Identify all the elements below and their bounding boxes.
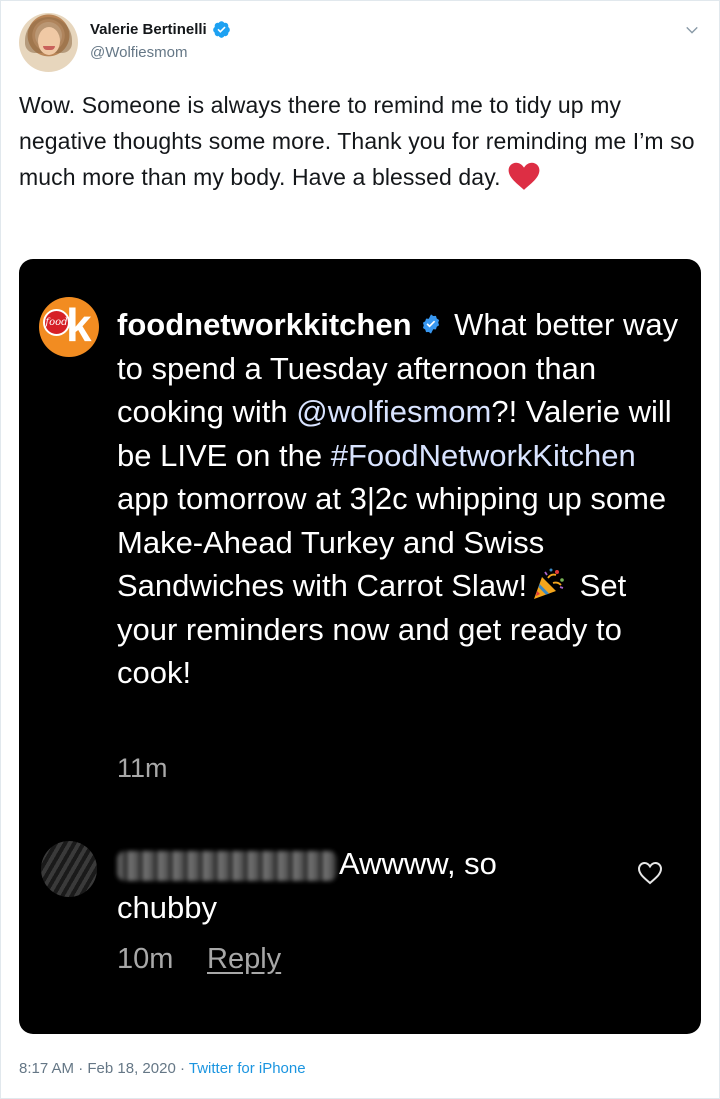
author-name-row: Valerie Bertinelli [90, 18, 231, 40]
meta-separator: · [74, 1060, 88, 1077]
kitchen-k-letter: k [66, 299, 92, 351]
food-network-kitchen-logo: food k [39, 297, 99, 357]
verified-icon [212, 20, 230, 38]
author-display-name[interactable]: Valerie Bertinelli [90, 21, 207, 38]
commenter-avatar [41, 841, 97, 897]
tweet-date[interactable]: Feb 18, 2020 [87, 1060, 175, 1077]
author-avatar[interactable] [19, 13, 78, 72]
reply-link: Reply [207, 943, 282, 975]
avatar-face [38, 27, 60, 55]
tweet-time[interactable]: 8:17 AM [19, 1060, 74, 1077]
tweet-metadata: 8:17 AM · Feb 18, 2020 · Twitter for iPh… [19, 1060, 306, 1077]
hashtag-link: #FoodNetworkKitchen [330, 437, 636, 473]
chevron-down-icon[interactable] [683, 21, 701, 39]
embedded-instagram-screenshot[interactable]: food k foodnetworkkitchen What better wa… [19, 259, 701, 1034]
mention-link: @wolfiesmom [296, 394, 492, 429]
verified-icon [422, 314, 439, 334]
party-popper-icon [534, 568, 564, 599]
comment-timestamp: 10m [117, 943, 174, 975]
red-heart-icon [508, 162, 539, 190]
post-caption: foodnetworkkitchen What better way to sp… [117, 303, 687, 695]
meta-separator: · [175, 1060, 189, 1077]
tweet-body: Wow. Someone is always there to remind m… [19, 92, 695, 190]
tweet-source-link[interactable]: Twitter for iPhone [189, 1060, 306, 1077]
post-timestamp: 11m [117, 753, 168, 783]
tweet-text: Wow. Someone is always there to remind m… [19, 87, 709, 195]
heart-outline-icon [637, 861, 663, 885]
post-username: foodnetworkkitchen [117, 307, 412, 342]
author-handle[interactable]: @Wolfiesmom [90, 44, 187, 61]
comment-text: Awwww, so chubby [117, 846, 497, 925]
tweet-card: Valerie Bertinelli @Wolfiesmom Wow. Some… [0, 0, 720, 1099]
